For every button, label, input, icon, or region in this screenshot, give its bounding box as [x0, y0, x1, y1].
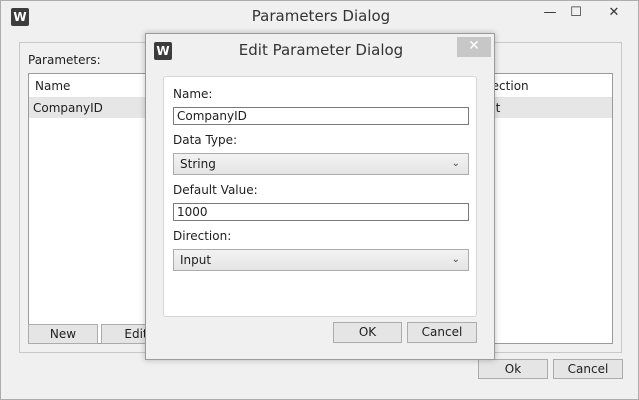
chevron-down-icon: ⌄	[451, 158, 460, 169]
data-type-select[interactable]: String ⌄	[173, 153, 469, 175]
name-label: Name:	[173, 87, 213, 101]
direction-select[interactable]: Input ⌄	[173, 249, 469, 271]
minimize-icon[interactable]: —	[537, 2, 563, 24]
data-type-label: Data Type:	[173, 133, 238, 147]
dialog-title: Edit Parameter Dialog	[238, 41, 404, 59]
window-title: Parameters Dialog	[251, 7, 391, 25]
column-header-name[interactable]: Name	[29, 74, 70, 98]
chevron-down-icon: ⌄	[451, 254, 460, 265]
app-logo-icon: W	[11, 8, 29, 26]
maximize-icon[interactable]: ☐	[563, 2, 589, 24]
data-type-value: String	[180, 157, 216, 171]
dialog-ok-button[interactable]: OK	[333, 322, 402, 343]
new-button[interactable]: New	[28, 324, 98, 344]
direction-value: Input	[180, 253, 212, 267]
default-value-field[interactable]	[173, 203, 469, 221]
close-icon[interactable]: ✕	[457, 37, 491, 57]
name-field[interactable]	[173, 107, 469, 125]
edit-parameter-dialog: W Edit Parameter Dialog ✕ Name: Data Typ…	[145, 33, 495, 360]
ok-button[interactable]: Ok	[478, 359, 548, 379]
dialog-form-panel: Name: Data Type: String ⌄ Default Value:…	[163, 76, 477, 317]
default-value-label: Default Value:	[173, 183, 258, 197]
close-icon[interactable]: ✕	[591, 2, 637, 24]
direction-label: Direction:	[173, 229, 232, 243]
row-name-cell: CompanyID	[33, 101, 103, 115]
dialog-logo-icon: W	[154, 42, 172, 60]
cancel-button[interactable]: Cancel	[553, 359, 623, 379]
parameters-label: Parameters:	[28, 53, 101, 67]
dialog-cancel-button[interactable]: Cancel	[407, 322, 477, 343]
